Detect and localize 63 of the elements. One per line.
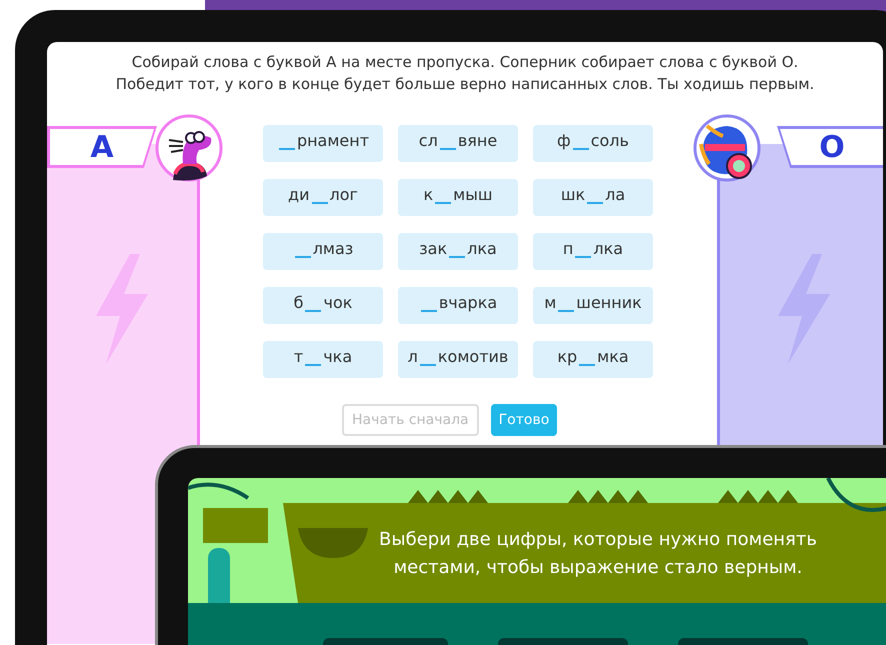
- blank-line: [587, 202, 604, 204]
- word-tile[interactable]: шк ла: [533, 179, 653, 216]
- word-part: б: [294, 292, 304, 314]
- word-part: мка: [597, 346, 629, 368]
- dragon-avatar: [155, 114, 223, 182]
- word-part: мыш: [453, 184, 492, 206]
- blank-line: [278, 148, 295, 150]
- word-tile[interactable]: ф соль: [533, 125, 653, 162]
- blank-line: [558, 310, 574, 312]
- word-part: чка: [323, 346, 352, 368]
- word-part: т: [294, 346, 304, 368]
- blank-line: [312, 202, 328, 204]
- letter-label: О: [819, 128, 845, 166]
- word-part: шенник: [576, 292, 642, 314]
- word-tile[interactable]: рнамент: [263, 125, 383, 162]
- word-tile[interactable]: т чка: [263, 341, 383, 378]
- word-part: ла: [605, 184, 626, 206]
- knight-avatar: [693, 114, 761, 182]
- word-tile[interactable]: лмаз: [263, 233, 383, 270]
- blank-line: [440, 148, 456, 150]
- word-part: комотив: [438, 346, 508, 368]
- word-tile[interactable]: сл вяне: [398, 125, 518, 162]
- word-part: ф: [557, 130, 571, 152]
- task-text: Выбери две цифры, которые нужно поменять местами, чтобы выражение стало верным.: [378, 528, 818, 580]
- word-part: м: [544, 292, 556, 314]
- word-tile[interactable]: б чок: [263, 287, 383, 324]
- word-part: лог: [330, 184, 358, 206]
- word-part: вчарка: [438, 292, 498, 314]
- word-part: чок: [323, 292, 352, 314]
- blank-line: [305, 310, 322, 312]
- word-part: л: [408, 346, 418, 368]
- word-tile[interactable]: м шенник: [533, 287, 653, 324]
- word-part: шк: [560, 184, 586, 206]
- word-tile[interactable]: л комотив: [398, 341, 518, 378]
- word-part: п: [562, 238, 574, 260]
- word-tile[interactable]: вчарка: [398, 287, 518, 324]
- blank-line: [420, 310, 437, 312]
- word-tile[interactable]: кр мка: [533, 341, 653, 378]
- blank-line: [579, 364, 596, 366]
- word-part: зак: [419, 238, 448, 260]
- blank-line: [420, 364, 436, 366]
- word-part: сл: [418, 130, 438, 152]
- word-part: вяне: [458, 130, 498, 152]
- blank-line: [305, 364, 322, 366]
- letter-label: А: [90, 128, 114, 166]
- word-tile[interactable]: ди лог: [263, 179, 383, 216]
- instruction-text: Собирай слова с буквой А на месте пропуска. Соперник собирает слова с буквой О. Победит тот, у кого в конце будет больше верно написанных слов. Ты ходишь первым.: [114, 52, 816, 95]
- word-part: к: [423, 184, 434, 206]
- word-tile[interactable]: п лка: [533, 233, 653, 270]
- blank-line: [575, 256, 592, 258]
- word-part: лка: [467, 238, 497, 260]
- word-part: ди: [288, 184, 310, 206]
- word-tile[interactable]: к мыш: [398, 179, 518, 216]
- word-tile[interactable]: зак лка: [398, 233, 518, 270]
- blank-line: [449, 256, 466, 258]
- word-part: лка: [593, 238, 624, 260]
- blank-line: [572, 148, 589, 150]
- blank-line: [435, 202, 452, 204]
- word-part: кр: [557, 346, 578, 368]
- blank-line: [294, 256, 311, 258]
- word-part: соль: [590, 130, 629, 152]
- word-part: лмаз: [312, 238, 354, 260]
- word-part: рнамент: [296, 130, 370, 152]
